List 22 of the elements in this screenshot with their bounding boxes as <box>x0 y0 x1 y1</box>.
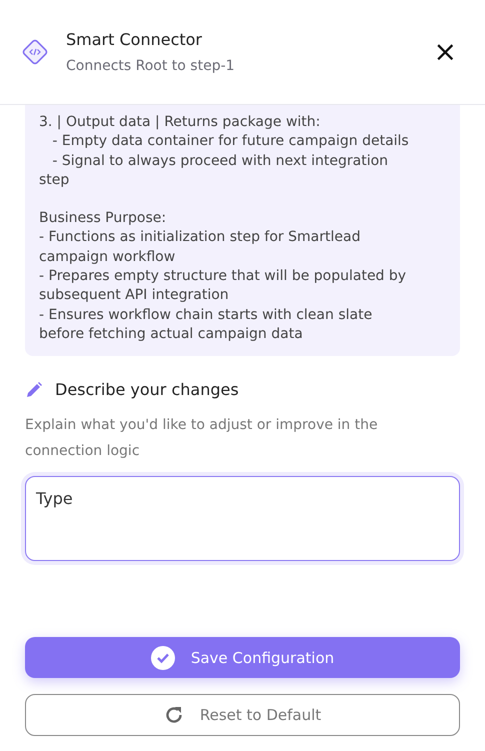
description-line: subsequent API integration <box>39 286 229 306</box>
description-line: - Empty data container for future campaign details <box>51 132 409 152</box>
close-button[interactable]: × <box>428 38 463 66</box>
description-line: before fetching actual campaign data <box>39 324 303 344</box>
hint-text: Explain what you'd like to adjust or improve in the connection logic <box>25 416 379 462</box>
description-line: Business Purpose: <box>39 209 166 228</box>
changes-input[interactable]: Type <box>25 476 460 562</box>
reset-button[interactable]: Reset to Default <box>25 694 460 736</box>
description-line: - Prepares empty structure that will be populated by <box>39 267 406 286</box>
description-line: 3. | Output data | Returns package with: <box>39 113 320 132</box>
description-line: step <box>39 170 70 190</box>
description-line: - Functions as initialization step for Smartlead <box>39 228 360 248</box>
check-circle-icon <box>150 646 175 670</box>
panel-title: Smart Connector <box>66 28 204 50</box>
pencil-icon <box>25 381 43 400</box>
panel-subtitle: Connects Root to step-1 <box>66 56 236 76</box>
description-line: - Ensures workflow chain starts with clean slate <box>39 306 372 325</box>
description-line: - Signal to always proceed with next integration <box>51 152 388 171</box>
refresh-icon <box>164 705 184 726</box>
save-button[interactable]: Save Configuration <box>25 637 460 678</box>
description-line: campaign workflow <box>39 248 176 267</box>
section-heading: Describe your changes <box>55 379 239 402</box>
